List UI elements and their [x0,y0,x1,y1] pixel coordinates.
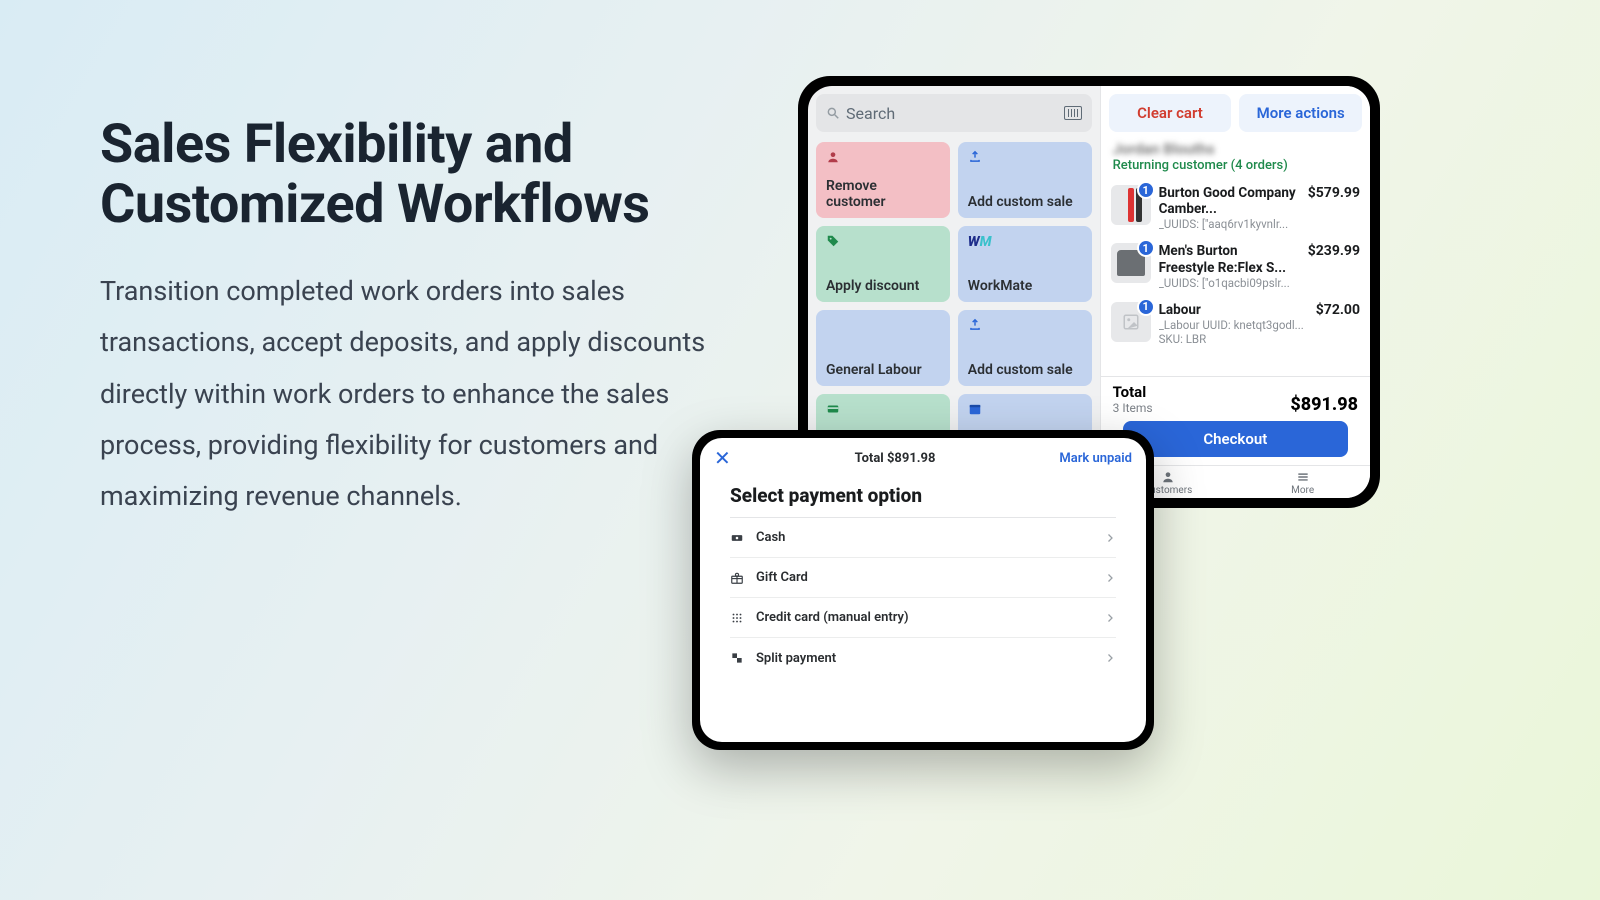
cash-icon [730,531,744,545]
split-icon [730,651,744,665]
tile-label: Add custom sale [968,194,1082,210]
chevron-right-icon [1104,532,1116,544]
item-price: $579.99 [1308,185,1360,201]
nav-more[interactable]: More [1235,466,1370,498]
marketing-body: Transition completed work orders into sa… [100,266,740,522]
item-sub: _Labour UUID: knetqt3godl... [1159,318,1304,332]
payment-option-cash[interactable]: Cash [730,518,1116,558]
marketing-headline: Sales Flexibility and Customized Workflo… [100,115,740,236]
payment-option-credit-manual[interactable]: Credit card (manual entry) [730,598,1116,638]
customer-status: Returning customer (4 orders) [1113,158,1358,173]
chevron-right-icon [1104,652,1116,664]
card-icon [826,402,840,416]
customer-name-blurred: Jordan Blouths [1113,140,1358,158]
cart-customer[interactable]: Jordan Blouths Returning customer (4 ord… [1101,140,1370,179]
tile-apply-discount[interactable]: Apply discount [816,226,950,302]
item-title: Labour [1159,302,1304,318]
cart-item[interactable]: 1 Burton Good Company Camber... _UUIDS: … [1111,179,1360,237]
upload-icon [968,150,982,164]
tile-label: Remove customer [826,178,940,210]
payment-screen: ✕ Total $891.98 Mark unpaid Select payme… [700,438,1146,742]
item-title: Men's Burton Freestyle Re:Flex S... [1159,243,1296,275]
cart-item[interactable]: 1 Labour _Labour UUID: knetqt3godl... SK… [1111,296,1360,352]
checkout-button[interactable]: Checkout [1123,421,1348,457]
tile-label: Apply discount [826,278,940,294]
close-button[interactable]: ✕ [714,448,731,468]
upload-icon [968,318,982,332]
tile-label: Add custom sale [968,362,1082,378]
items-count: 3 Items [1113,401,1153,415]
barcode-scan-icon[interactable] [1064,106,1082,120]
tile-add-custom-sale[interactable]: Add custom sale [958,142,1092,218]
option-label: Cash [756,530,785,545]
item-thumb: 1 [1111,302,1151,342]
person-icon [826,150,840,164]
mark-unpaid-button[interactable]: Mark unpaid [1059,451,1132,466]
payment-heading: Select payment option [730,478,1116,518]
calendar-icon [968,402,982,416]
item-title: Burton Good Company Camber... [1159,185,1296,217]
chevron-right-icon [1104,572,1116,584]
gift-icon [730,571,744,585]
search-icon [826,106,840,120]
option-label: Gift Card [756,570,808,585]
person-icon [1161,470,1175,484]
keypad-icon [730,611,744,625]
item-thumb: 1 [1111,185,1151,225]
action-tile-grid: Remove customer Add custom sale Apply di… [816,142,1092,470]
image-placeholder-icon [1122,313,1140,331]
marketing-copy: Sales Flexibility and Customized Workflo… [100,115,740,522]
payment-header: ✕ Total $891.98 Mark unpaid [700,438,1146,474]
item-price: $239.99 [1308,243,1360,259]
qty-badge: 1 [1137,298,1155,316]
payment-option-giftcard[interactable]: Gift Card [730,558,1116,598]
tag-icon [826,234,840,248]
menu-icon [1296,470,1310,484]
tile-general-labour[interactable]: General Labour [816,310,950,386]
chevron-right-icon [1104,612,1116,624]
tile-remove-customer[interactable]: Remove customer [816,142,950,218]
item-sku: SKU: LBR [1159,332,1304,346]
more-actions-button[interactable]: More actions [1239,94,1362,132]
payment-option-split[interactable]: Split payment [730,638,1116,678]
payment-device-frame: ✕ Total $891.98 Mark unpaid Select payme… [692,430,1154,750]
tile-add-custom-sale-2[interactable]: Add custom sale [958,310,1092,386]
item-thumb: 1 [1111,243,1151,283]
cart-items: 1 Burton Good Company Camber... _UUIDS: … [1101,179,1370,376]
workmate-logo: WM [968,234,1082,250]
option-label: Split payment [756,651,836,666]
qty-badge: 1 [1137,181,1155,199]
item-sub: _UUIDS: ["aaq6rv1kyvnlr... [1159,217,1296,231]
total-amount: $891.98 [1290,394,1358,415]
qty-badge: 1 [1137,239,1155,257]
search-input[interactable]: Search [816,94,1092,132]
tile-label: WorkMate [968,278,1082,294]
cart-item[interactable]: 1 Men's Burton Freestyle Re:Flex S... _U… [1111,237,1360,295]
total-label: Total [1113,383,1153,401]
payment-body: Select payment option Cash Gift Card [700,474,1146,678]
tile-label: General Labour [826,362,940,378]
nav-label: More [1291,485,1314,496]
tile-workmate[interactable]: WM WorkMate [958,226,1092,302]
search-placeholder: Search [846,104,1064,123]
payment-total-header: Total $891.98 [855,451,936,466]
item-sub: _UUIDS: ["o1qacbi09pslr... [1159,276,1296,290]
clear-cart-button[interactable]: Clear cart [1109,94,1232,132]
item-price: $72.00 [1316,302,1360,318]
option-label: Credit card (manual entry) [756,610,909,625]
